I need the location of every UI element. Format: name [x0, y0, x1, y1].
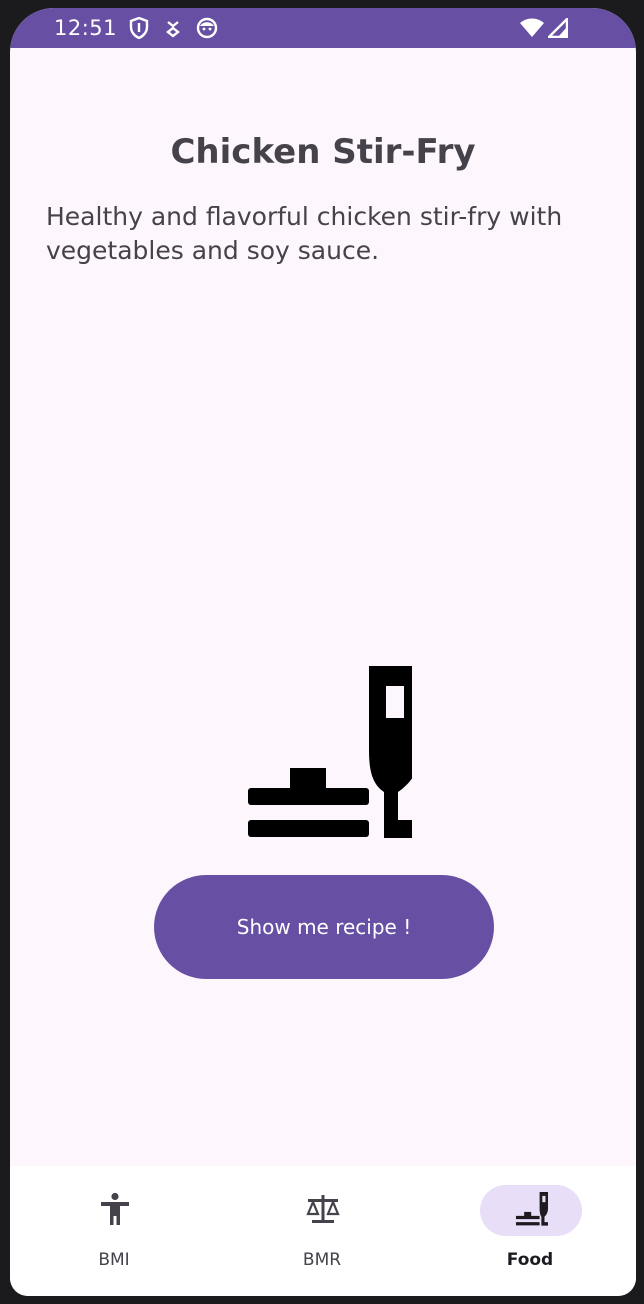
- nav-indicator-food: [480, 1185, 582, 1236]
- download-icon: [165, 17, 181, 43]
- nav-item-bmr[interactable]: BMR: [218, 1166, 426, 1296]
- wifi-icon: [519, 18, 545, 42]
- nav-indicator-bmr: [272, 1185, 374, 1236]
- accessibility-icon: [99, 1192, 131, 1230]
- nav-indicator-bmi: [64, 1185, 166, 1236]
- face-icon: [196, 17, 218, 43]
- recipe-content: Chicken Stir-Fry Healthy and flavorful c…: [10, 48, 636, 1166]
- nav-item-bmi[interactable]: BMI: [10, 1166, 218, 1296]
- nav-label-food: Food: [506, 1250, 554, 1270]
- bottom-navigation: BMI BMR Food: [10, 1166, 636, 1296]
- status-time: 12:51: [54, 16, 118, 40]
- recipe-description: Healthy and flavorful chicken stir-fry w…: [46, 202, 563, 265]
- show-recipe-button[interactable]: Show me recipe !: [154, 875, 494, 979]
- nav-label-bmi: BMI: [98, 1250, 130, 1270]
- phone-screen: 12:51 Chicken Stir-Fry Healthy and flavo…: [10, 8, 636, 1296]
- shield-icon: [129, 16, 149, 43]
- nav-item-food[interactable]: Food: [426, 1166, 634, 1296]
- dinner-dining-icon: [238, 666, 421, 844]
- recipe-title: Chicken Stir-Fry: [170, 132, 476, 172]
- cellular-icon: [546, 16, 569, 42]
- dinner-dining-icon: [514, 1191, 548, 1230]
- status-bar: 12:51: [10, 8, 636, 48]
- scale-balance-icon: [305, 1192, 341, 1230]
- nav-label-bmr: BMR: [302, 1250, 342, 1270]
